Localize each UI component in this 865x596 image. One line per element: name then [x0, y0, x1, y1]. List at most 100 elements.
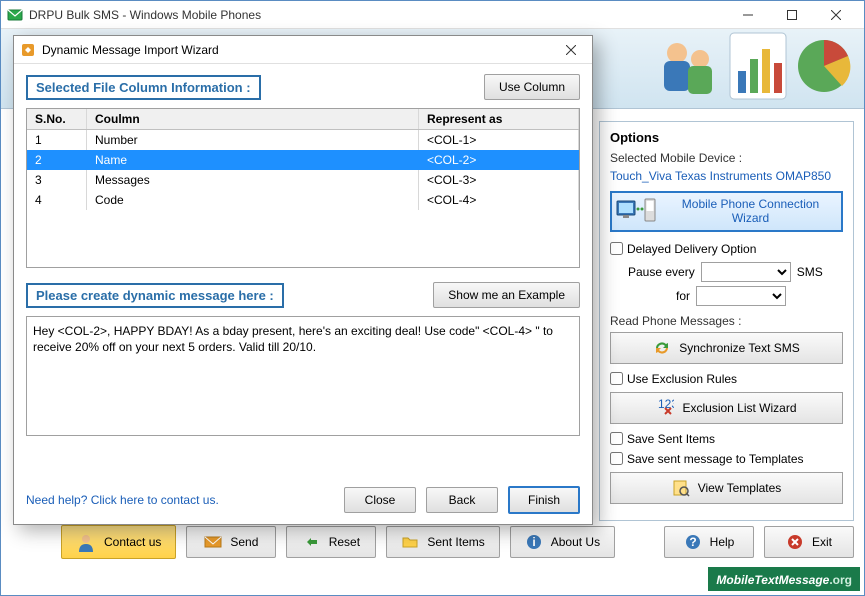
- wizard-button-label: Mobile Phone Connection Wizard: [664, 197, 837, 226]
- exit-button[interactable]: Exit: [764, 526, 854, 558]
- use-column-button[interactable]: Use Column: [484, 74, 580, 100]
- cell-represent: <COL-4>: [419, 190, 579, 210]
- save-sent-checkbox[interactable]: [610, 432, 623, 445]
- cell-column: Number: [87, 130, 419, 150]
- exclusion-wizard-button[interactable]: 123 Exclusion List Wizard: [610, 392, 843, 424]
- close-button[interactable]: [814, 2, 858, 28]
- options-title: Options: [610, 130, 843, 145]
- table-row[interactable]: 1Number<COL-1>: [27, 130, 579, 150]
- save-sent-label: Save Sent Items: [627, 432, 715, 446]
- for-label: for: [628, 289, 690, 303]
- close-button[interactable]: Close: [344, 487, 416, 513]
- dialog-close-button[interactable]: [556, 37, 586, 63]
- contact-us-button[interactable]: Contact us: [61, 525, 176, 559]
- send-button[interactable]: Send: [186, 526, 276, 558]
- monitor-phone-icon: [616, 197, 656, 225]
- table-row[interactable]: 2Name<COL-2>: [27, 150, 579, 170]
- about-us-button[interactable]: i About Us: [510, 526, 615, 558]
- connection-wizard-button[interactable]: Mobile Phone Connection Wizard: [610, 191, 843, 232]
- back-button[interactable]: Back: [426, 487, 498, 513]
- dialog-footer: Need help? Click here to contact us. Clo…: [26, 486, 580, 514]
- view-templates-button[interactable]: View Templates: [610, 472, 843, 504]
- device-name-link[interactable]: Touch_Viva Texas Instruments OMAP850: [610, 169, 843, 183]
- sync-icon: [653, 339, 671, 357]
- folder-icon: [401, 533, 419, 551]
- column-info-header: Selected File Column Information : Use C…: [26, 74, 580, 100]
- read-phone-label: Read Phone Messages :: [610, 314, 843, 328]
- svg-text:?: ?: [689, 535, 696, 549]
- send-label: Send: [230, 535, 258, 549]
- for-row: for: [628, 286, 843, 306]
- grid-header: S.No. Coulmn Represent as: [27, 109, 579, 130]
- save-template-checkbox[interactable]: [610, 452, 623, 465]
- contact-label: Contact us: [104, 535, 161, 549]
- exit-icon: [786, 533, 804, 551]
- watermark: MobileTextMessage.org: [708, 567, 860, 591]
- selected-device-label: Selected Mobile Device :: [610, 151, 843, 165]
- show-example-button[interactable]: Show me an Example: [433, 282, 580, 308]
- save-sent-checkbox-row: Save Sent Items: [610, 432, 843, 446]
- cell-sno: 3: [27, 170, 87, 190]
- bottom-toolbar: Contact us Send Reset Sent Items i About…: [11, 525, 854, 559]
- options-panel: Options Selected Mobile Device : Touch_V…: [599, 121, 854, 521]
- pause-every-select[interactable]: [701, 262, 791, 282]
- help-link[interactable]: Need help? Click here to contact us.: [26, 493, 334, 507]
- cell-column: Code: [87, 190, 419, 210]
- maximize-button[interactable]: [770, 2, 814, 28]
- dialog-body: Selected File Column Information : Use C…: [14, 64, 592, 449]
- for-select[interactable]: [696, 286, 786, 306]
- view-templates-label: View Templates: [698, 481, 782, 495]
- main-titlebar: DRPU Bulk SMS - Windows Mobile Phones: [1, 1, 864, 29]
- delayed-delivery-checkbox[interactable]: [610, 242, 623, 255]
- message-section-label: Please create dynamic message here :: [26, 283, 284, 308]
- finish-button[interactable]: Finish: [508, 486, 580, 514]
- cell-sno: 1: [27, 130, 87, 150]
- templates-icon: [672, 479, 690, 497]
- message-header: Please create dynamic message here : Sho…: [26, 282, 580, 308]
- cell-represent: <COL-1>: [419, 130, 579, 150]
- watermark-text: MobileTextMessage: [716, 573, 829, 587]
- minimize-button[interactable]: [726, 2, 770, 28]
- info-icon: i: [525, 533, 543, 551]
- message-textarea[interactable]: [26, 316, 580, 436]
- dialog-titlebar: Dynamic Message Import Wizard: [14, 36, 592, 64]
- cell-sno: 2: [27, 150, 87, 170]
- exclusion-checkbox[interactable]: [610, 372, 623, 385]
- cell-column: Name: [87, 150, 419, 170]
- synchronize-sms-button[interactable]: Synchronize Text SMS: [610, 332, 843, 364]
- sent-items-button[interactable]: Sent Items: [386, 526, 499, 558]
- save-template-checkbox-row: Save sent message to Templates: [610, 452, 843, 466]
- table-row[interactable]: 4Code<COL-4>: [27, 190, 579, 210]
- header-sno: S.No.: [27, 109, 87, 129]
- header-column: Coulmn: [87, 109, 419, 129]
- app-icon: [7, 7, 23, 23]
- exit-label: Exit: [812, 535, 832, 549]
- save-template-label: Save sent message to Templates: [627, 452, 804, 466]
- pause-every-row: Pause every SMS: [628, 262, 843, 282]
- window-controls: [726, 2, 858, 28]
- help-button[interactable]: ? Help: [664, 526, 754, 558]
- dialog-title: Dynamic Message Import Wizard: [42, 43, 556, 57]
- sent-items-label: Sent Items: [427, 535, 484, 549]
- reset-label: Reset: [329, 535, 360, 549]
- sms-suffix: SMS: [797, 265, 823, 279]
- cell-represent: <COL-2>: [419, 150, 579, 170]
- exclusion-button-label: Exclusion List Wizard: [682, 401, 796, 415]
- column-grid[interactable]: S.No. Coulmn Represent as 1Number<COL-1>…: [26, 108, 580, 268]
- help-label: Help: [710, 535, 735, 549]
- cell-column: Messages: [87, 170, 419, 190]
- exclusion-icon: 123: [656, 399, 674, 417]
- delayed-delivery-checkbox-row: Delayed Delivery Option: [610, 242, 843, 256]
- sync-button-label: Synchronize Text SMS: [679, 341, 800, 355]
- reset-button[interactable]: Reset: [286, 526, 376, 558]
- svg-text:i: i: [532, 535, 535, 549]
- pie-chart-icon: [794, 36, 854, 96]
- cell-sno: 4: [27, 190, 87, 210]
- table-row[interactable]: 3Messages<COL-3>: [27, 170, 579, 190]
- reset-icon: [303, 533, 321, 551]
- main-window: DRPU Bulk SMS - Windows Mobile Phones Op…: [0, 0, 865, 596]
- help-icon: ?: [684, 533, 702, 551]
- exclusion-label: Use Exclusion Rules: [627, 372, 737, 386]
- watermark-suffix: .org: [829, 573, 852, 587]
- about-label: About Us: [551, 535, 600, 549]
